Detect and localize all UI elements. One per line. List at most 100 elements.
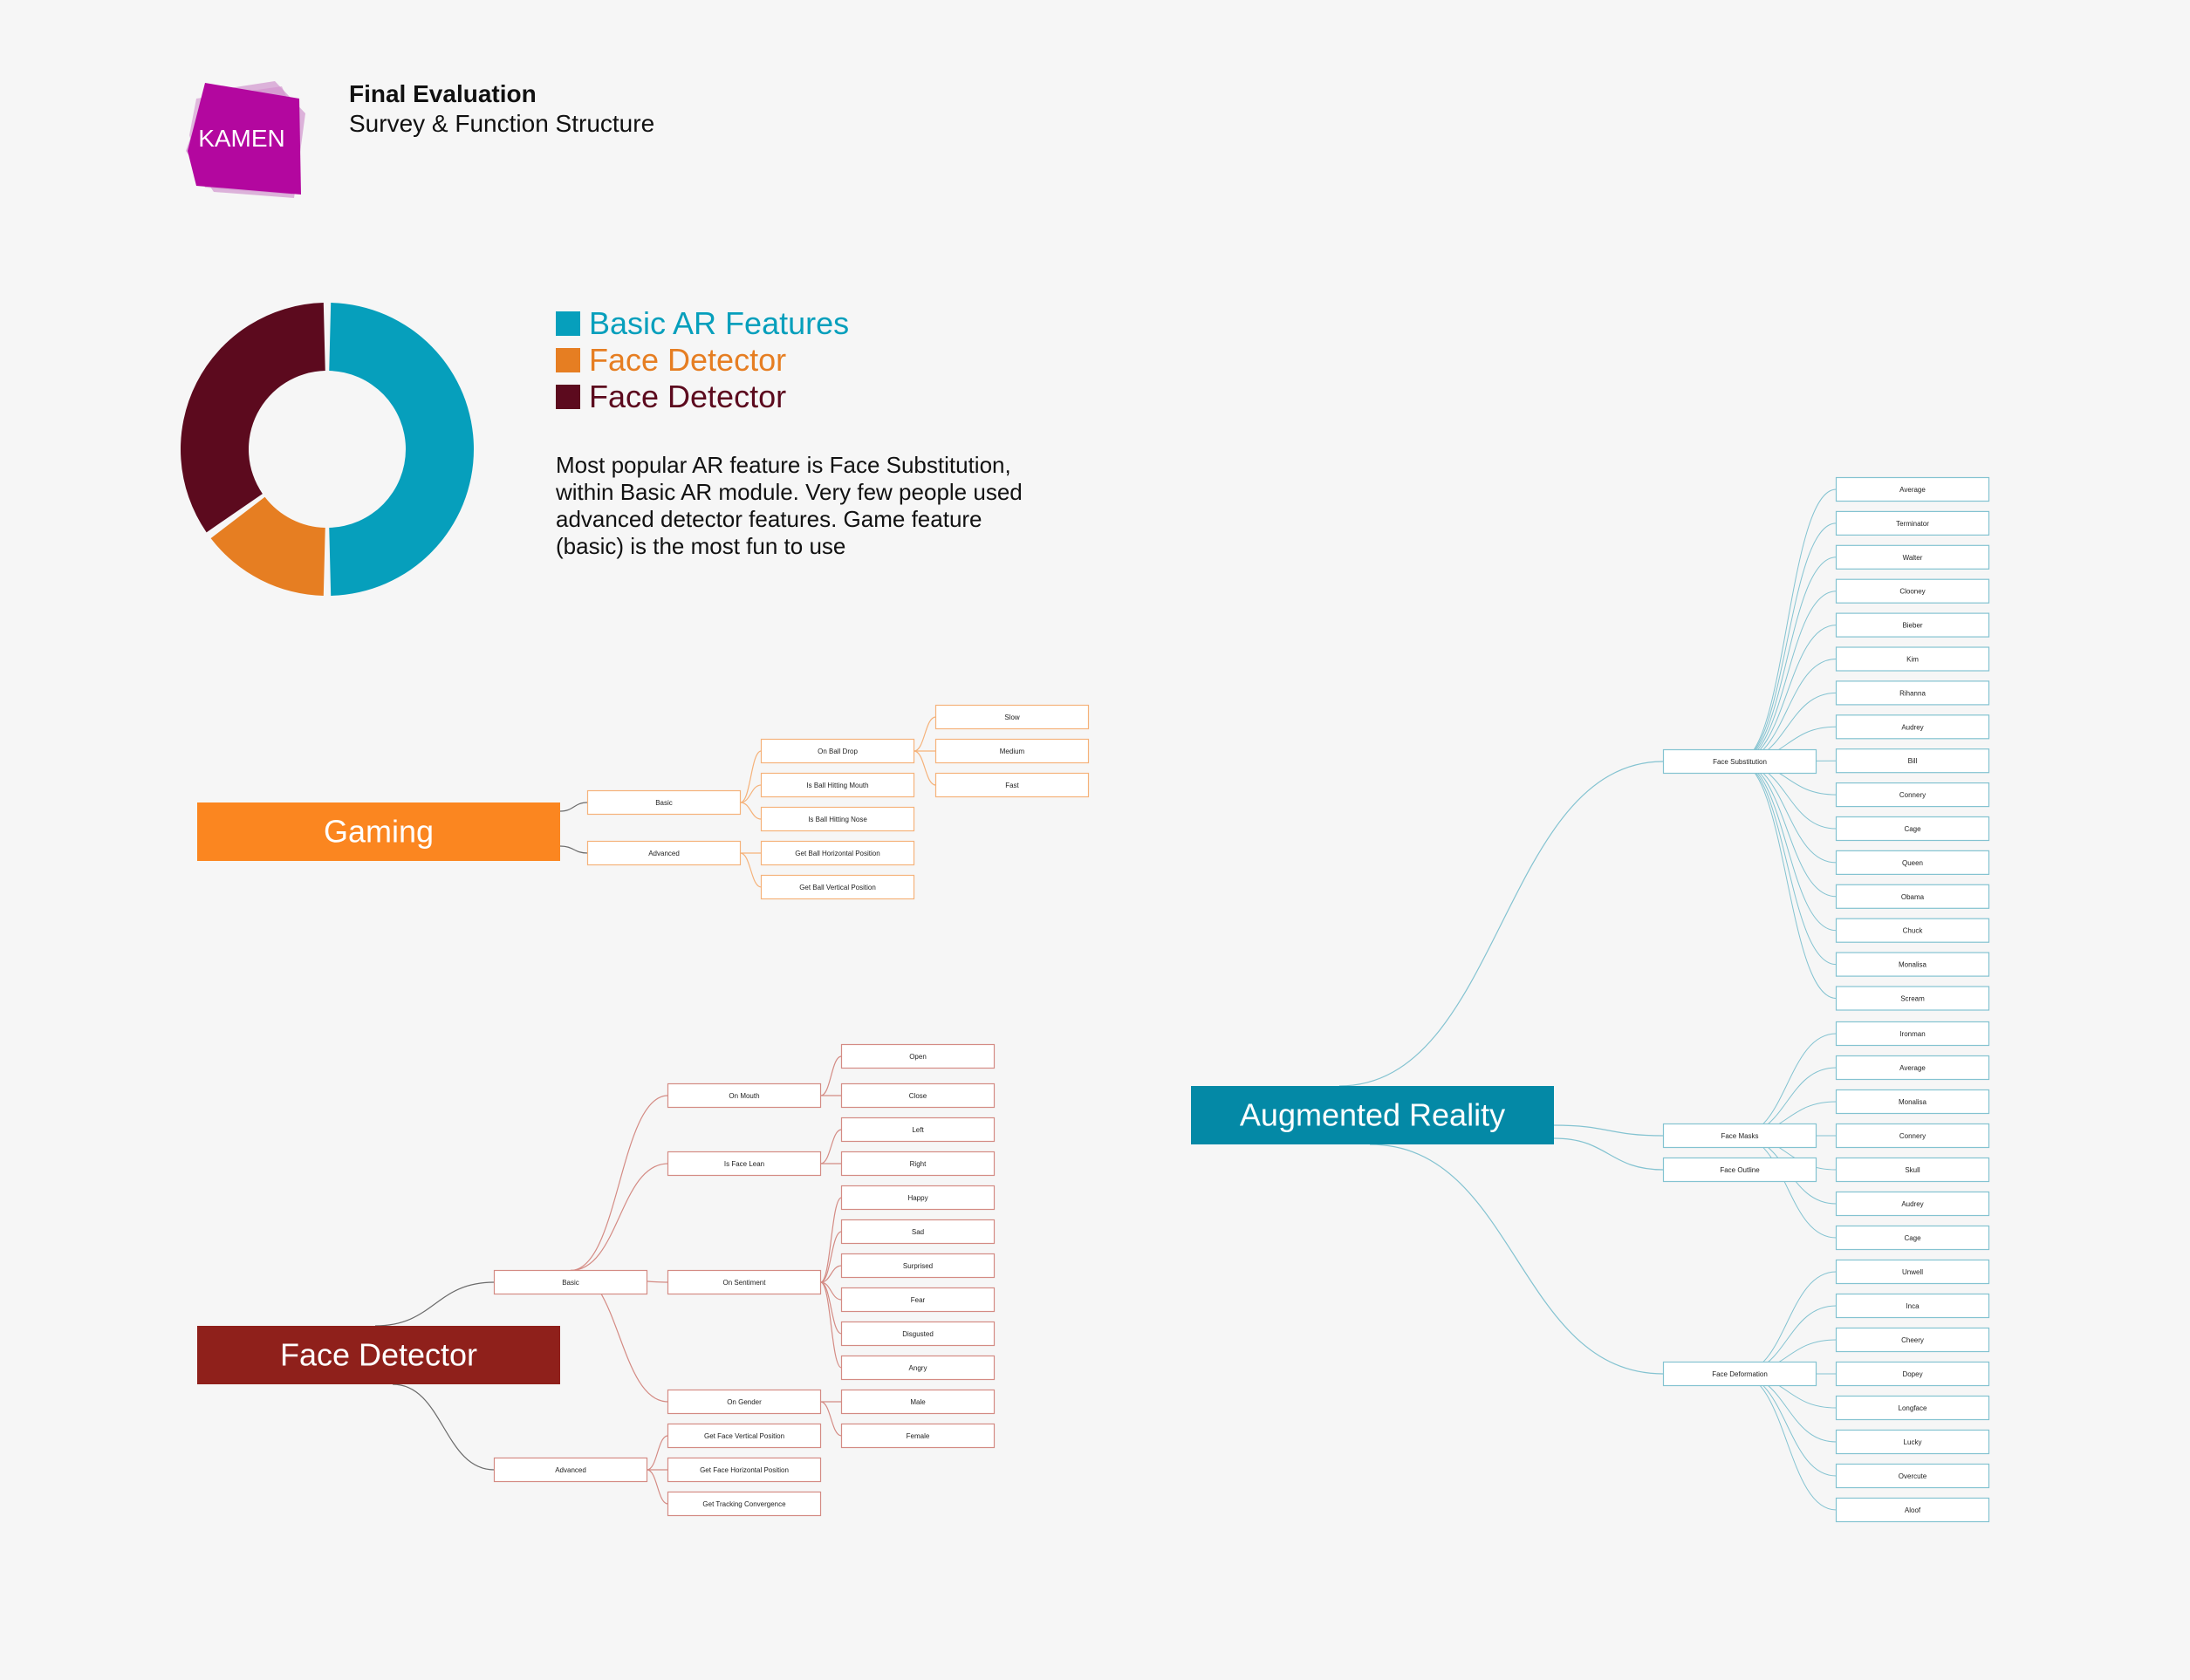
node-unwell[interactable]: Unwell bbox=[1835, 1259, 1990, 1285]
node-bieber[interactable]: Bieber bbox=[1835, 612, 1990, 638]
node-label: Bill bbox=[1908, 757, 1918, 765]
node-get-face-vertical-position[interactable]: Get Face Vertical Position bbox=[667, 1423, 822, 1449]
connector bbox=[374, 1281, 495, 1327]
node-dopey[interactable]: Dopey bbox=[1835, 1361, 1990, 1387]
node-label: Is Ball Hitting Nose bbox=[808, 816, 867, 823]
node-bill[interactable]: Bill bbox=[1835, 748, 1990, 774]
node-average[interactable]: Average bbox=[1835, 1055, 1990, 1081]
node-longface[interactable]: Longface bbox=[1835, 1395, 1990, 1421]
node-obama[interactable]: Obama bbox=[1835, 884, 1990, 909]
connector bbox=[1553, 1124, 1664, 1137]
node-kim[interactable]: Kim bbox=[1835, 646, 1990, 672]
node-angry[interactable]: Angry bbox=[840, 1355, 996, 1381]
node-right[interactable]: Right bbox=[840, 1151, 996, 1177]
node-clooney[interactable]: Clooney bbox=[1835, 578, 1990, 604]
node-label: Dopey bbox=[1902, 1370, 1922, 1378]
root-label: Gaming bbox=[324, 814, 434, 850]
node-is-ball-hitting-nose[interactable]: Is Ball Hitting Nose bbox=[760, 806, 915, 832]
node-on-gender[interactable]: On Gender bbox=[667, 1389, 822, 1415]
node-average[interactable]: Average bbox=[1835, 476, 1990, 502]
node-female[interactable]: Female bbox=[840, 1423, 996, 1449]
node-advanced[interactable]: Advanced bbox=[493, 1457, 648, 1483]
node-scream[interactable]: Scream bbox=[1835, 986, 1990, 1011]
node-advanced[interactable]: Advanced bbox=[586, 840, 742, 866]
node-inca[interactable]: Inca bbox=[1835, 1293, 1990, 1319]
node-slow[interactable]: Slow bbox=[934, 704, 1090, 730]
node-terminator[interactable]: Terminator bbox=[1835, 510, 1990, 536]
connector bbox=[820, 1129, 842, 1164]
node-monalisa[interactable]: Monalisa bbox=[1835, 952, 1990, 977]
node-sad[interactable]: Sad bbox=[840, 1219, 996, 1245]
node-basic[interactable]: Basic bbox=[586, 789, 742, 816]
node-surprised[interactable]: Surprised bbox=[840, 1253, 996, 1279]
node-monalisa[interactable]: Monalisa bbox=[1835, 1089, 1990, 1115]
node-label: Is Face Lean bbox=[724, 1160, 764, 1168]
node-skull[interactable]: Skull bbox=[1835, 1157, 1990, 1183]
node-male[interactable]: Male bbox=[840, 1389, 996, 1415]
root-face-detector[interactable]: Face Detector bbox=[197, 1326, 560, 1384]
node-walter[interactable]: Walter bbox=[1835, 544, 1990, 570]
mindmap-canvas: Gaming Basic Advanced On Ball Drop Is Ball H… bbox=[197, 476, 1990, 1523]
node-happy[interactable]: Happy bbox=[840, 1185, 996, 1211]
node-medium[interactable]: Medium bbox=[934, 738, 1090, 764]
node-connery[interactable]: Connery bbox=[1835, 782, 1990, 808]
connector bbox=[820, 1055, 842, 1096]
node-label: Basic bbox=[562, 1279, 579, 1287]
connector bbox=[820, 1401, 842, 1437]
node-label: Obama bbox=[1901, 893, 1925, 901]
node-cage[interactable]: Cage bbox=[1835, 1225, 1990, 1251]
node-face-substitution[interactable]: Face Substitution bbox=[1662, 748, 1817, 775]
node-label: Connery bbox=[1899, 791, 1926, 799]
node-on-ball-drop[interactable]: On Ball Drop bbox=[760, 738, 915, 764]
connector bbox=[1553, 1137, 1664, 1171]
node-on-mouth[interactable]: On Mouth bbox=[667, 1082, 822, 1109]
node-rihanna[interactable]: Rihanna bbox=[1835, 680, 1990, 706]
node-chuck[interactable]: Chuck bbox=[1835, 918, 1990, 943]
node-overcute[interactable]: Overcute bbox=[1835, 1463, 1990, 1489]
node-face-outline[interactable]: Face Outline bbox=[1662, 1157, 1817, 1183]
node-label: Slow bbox=[1004, 714, 1020, 721]
root-augmented-reality[interactable]: Augmented Reality bbox=[1191, 1086, 1554, 1144]
node-label: Unwell bbox=[1902, 1268, 1923, 1276]
node-aloof[interactable]: Aloof bbox=[1835, 1497, 1990, 1523]
node-label: Audrey bbox=[1901, 723, 1923, 731]
node-label: Female bbox=[907, 1432, 930, 1440]
root-gaming[interactable]: Gaming bbox=[197, 802, 560, 861]
node-lucky[interactable]: Lucky bbox=[1835, 1429, 1990, 1455]
node-close[interactable]: Close bbox=[840, 1082, 996, 1109]
node-fast[interactable]: Fast bbox=[934, 772, 1090, 798]
node-face-deformation[interactable]: Face Deformation bbox=[1662, 1361, 1817, 1387]
node-get-ball-horizontal-position[interactable]: Get Ball Horizontal Position bbox=[760, 840, 915, 866]
node-fear[interactable]: Fear bbox=[840, 1287, 996, 1313]
connector bbox=[1737, 557, 1837, 762]
node-face-masks[interactable]: Face Masks bbox=[1662, 1123, 1817, 1149]
node-cage[interactable]: Cage bbox=[1835, 816, 1990, 842]
node-label: Sad bbox=[912, 1228, 924, 1236]
node-left[interactable]: Left bbox=[840, 1117, 996, 1143]
node-on-sentiment[interactable]: On Sentiment bbox=[667, 1269, 822, 1295]
connector bbox=[570, 1163, 668, 1272]
node-queen[interactable]: Queen bbox=[1835, 850, 1990, 876]
connector bbox=[1338, 761, 1664, 1087]
node-label: Face Deformation bbox=[1712, 1370, 1768, 1378]
node-is-face-lean[interactable]: Is Face Lean bbox=[667, 1151, 822, 1177]
node-label: Get Face Horizontal Position bbox=[700, 1466, 789, 1474]
node-label: Ironman bbox=[1899, 1030, 1925, 1038]
node-is-ball-hitting-mouth[interactable]: Is Ball Hitting Mouth bbox=[760, 772, 915, 798]
node-get-tracking-convergence[interactable]: Get Tracking Convergence bbox=[667, 1491, 822, 1517]
node-get-face-horizontal-position[interactable]: Get Face Horizontal Position bbox=[667, 1457, 822, 1483]
node-label: Get Ball Vertical Position bbox=[799, 884, 876, 891]
node-label: Get Ball Horizontal Position bbox=[795, 850, 879, 857]
node-basic[interactable]: Basic bbox=[493, 1269, 648, 1295]
node-audrey[interactable]: Audrey bbox=[1835, 714, 1990, 740]
connector bbox=[820, 1281, 842, 1369]
connector bbox=[1737, 591, 1837, 762]
node-connery[interactable]: Connery bbox=[1835, 1123, 1990, 1149]
node-disgusted[interactable]: Disgusted bbox=[840, 1321, 996, 1347]
node-open[interactable]: Open bbox=[840, 1043, 996, 1069]
node-label: Happy bbox=[907, 1194, 927, 1202]
node-get-ball-vertical-position[interactable]: Get Ball Vertical Position bbox=[760, 874, 915, 900]
node-ironman[interactable]: Ironman bbox=[1835, 1021, 1990, 1047]
node-audrey[interactable]: Audrey bbox=[1835, 1191, 1990, 1217]
node-cheery[interactable]: Cheery bbox=[1835, 1327, 1990, 1353]
